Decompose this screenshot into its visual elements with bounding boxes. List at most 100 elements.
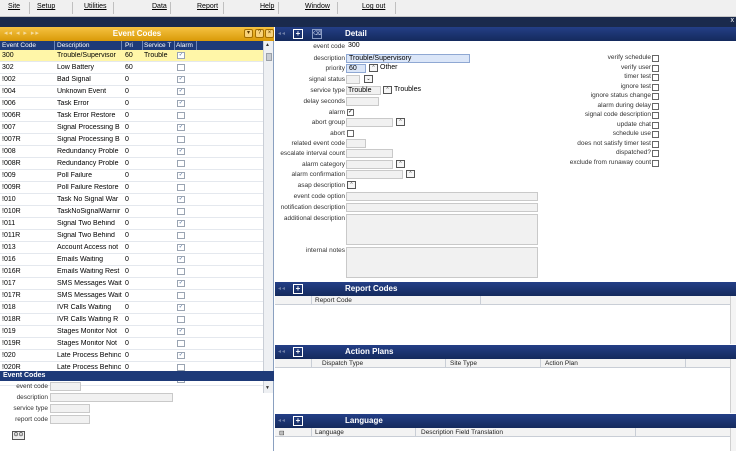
add-icon[interactable]: +: [293, 29, 303, 39]
menu-report[interactable]: Report: [197, 3, 218, 10]
alarm-checkbox[interactable]: ✓: [177, 304, 185, 311]
flag-checkbox[interactable]: [652, 74, 659, 81]
table-row[interactable]: !009 Poll Failure 0 ✓: [0, 170, 264, 182]
event-code-option-input[interactable]: [346, 192, 538, 201]
language-filter-icon[interactable]: ⊟: [279, 429, 284, 437]
delete-icon[interactable]: ⌫: [312, 29, 322, 39]
alarm-checkbox[interactable]: ✓: [177, 196, 185, 203]
search-description-input[interactable]: [50, 393, 173, 402]
add-action-plan-icon[interactable]: +: [293, 347, 303, 357]
alarm-checkbox[interactable]: ✓: [177, 328, 185, 335]
service-type-picker-icon[interactable]: ⌃: [383, 86, 392, 94]
signal-status-dropdown-icon[interactable]: ⌄: [364, 75, 373, 83]
flag-checkbox[interactable]: [652, 83, 659, 91]
alarm-checkbox[interactable]: ✓: [177, 52, 185, 59]
table-row[interactable]: !019 Stages Monitor Not 0 ✓: [0, 326, 264, 338]
report-codes-scrollbar[interactable]: [730, 296, 736, 344]
abort-group-picker-icon[interactable]: ⌃: [396, 118, 405, 126]
search-service-type-input[interactable]: [50, 404, 90, 413]
search-binoculars-icon[interactable]: ⊙⊙: [12, 431, 25, 440]
table-row[interactable]: !006R Task Error Restore 0: [0, 110, 264, 122]
col-report-code[interactable]: Report Code: [315, 297, 352, 304]
alarm-checkbox[interactable]: ✓: [177, 172, 185, 179]
abort-group-input[interactable]: [346, 118, 393, 127]
priority-input[interactable]: 60: [346, 64, 366, 73]
table-row[interactable]: !007 Signal Processing B 0 ✓: [0, 122, 264, 134]
table-row[interactable]: !017 SMS Messages Wait 0 ✓: [0, 278, 264, 290]
menu-utilities[interactable]: Utilities: [84, 3, 107, 10]
abort-checkbox[interactable]: [347, 130, 354, 137]
flag-checkbox[interactable]: [652, 140, 659, 148]
scroll-up-icon[interactable]: ▲: [265, 42, 270, 48]
col-service-type[interactable]: Service T: [144, 42, 171, 49]
table-row[interactable]: !019R Stages Monitor Not 0: [0, 338, 264, 350]
table-row[interactable]: !011R Signal Two Behind 0: [0, 230, 264, 242]
alarm-checkbox[interactable]: ✓: [177, 100, 185, 107]
alarm-checkbox[interactable]: [177, 208, 185, 215]
alarm-checkbox[interactable]: ✓: [177, 88, 185, 95]
priority-picker-icon[interactable]: ⌃: [369, 64, 378, 72]
alarm-checkbox[interactable]: ✓: [177, 256, 185, 263]
related-event-code-input[interactable]: [346, 139, 366, 148]
alarm-checkbox[interactable]: ✓: [177, 352, 185, 359]
flag-checkbox[interactable]: [652, 150, 659, 157]
table-row[interactable]: !010R TaskNoSignalWarnir 0: [0, 206, 264, 218]
alarm-checkbox[interactable]: [177, 292, 185, 299]
delay-seconds-input[interactable]: [346, 97, 379, 106]
scroll-thumb[interactable]: [266, 53, 272, 61]
alarm-checkbox[interactable]: [177, 340, 185, 347]
close-panel-icon[interactable]: ×: [265, 29, 274, 38]
table-row[interactable]: !018 IVR Calls Waiting 0 ✓: [0, 302, 264, 314]
alarm-checkbox[interactable]: [177, 184, 185, 191]
col-event-code[interactable]: Event Code: [2, 42, 36, 49]
alarm-category-picker-icon[interactable]: ⌃: [396, 160, 405, 168]
menu-site[interactable]: Site: [8, 3, 20, 10]
menu-logout[interactable]: Log out: [362, 3, 385, 10]
table-row[interactable]: !007R Signal Processing B 0: [0, 134, 264, 146]
alarm-checkbox[interactable]: [177, 232, 185, 239]
alarm-checkbox[interactable]: [177, 160, 185, 167]
col-dispatch-type[interactable]: Dispatch Type: [322, 360, 363, 367]
help-icon[interactable]: ?: [255, 29, 264, 38]
alarm-category-input[interactable]: [346, 160, 393, 169]
description-input[interactable]: Trouble/Supervisory: [346, 54, 470, 63]
internal-notes-textarea[interactable]: [346, 247, 538, 278]
menu-setup[interactable]: Setup: [37, 3, 55, 10]
add-report-code-icon[interactable]: +: [293, 284, 303, 294]
table-row[interactable]: !002 Bad Signal 0 ✓: [0, 74, 264, 86]
table-row[interactable]: !018R IVR Calls Waiting R 0: [0, 314, 264, 326]
scroll-down-icon[interactable]: ▼: [265, 385, 270, 391]
alarm-checkbox[interactable]: ✓: [347, 109, 354, 116]
alarm-checkbox[interactable]: [177, 112, 185, 119]
alarm-confirmation-input[interactable]: [346, 170, 403, 179]
menu-data[interactable]: Data: [152, 3, 167, 10]
notification-description-input[interactable]: [346, 203, 538, 212]
table-row[interactable]: !013 Account Access not 0 ✓: [0, 242, 264, 254]
alarm-checkbox[interactable]: [177, 136, 185, 143]
search-report-code-input[interactable]: [50, 415, 90, 424]
action-plans-scrollbar[interactable]: [730, 359, 736, 413]
alarm-checkbox[interactable]: ✓: [177, 244, 185, 251]
table-row[interactable]: !009R Poll Failure Restore 0: [0, 182, 264, 194]
col-site-type[interactable]: Site Type: [450, 360, 477, 367]
flag-checkbox[interactable]: [652, 159, 659, 167]
table-row[interactable]: !008R Redundancy Proble 0: [0, 158, 264, 170]
table-row[interactable]: !020 Late Process Behinc 0 ✓: [0, 350, 264, 362]
language-scrollbar[interactable]: [730, 428, 736, 451]
flag-checkbox[interactable]: [652, 93, 659, 100]
event-codes-scrollbar[interactable]: ▲ ▼: [263, 41, 273, 393]
additional-description-textarea[interactable]: [346, 214, 538, 245]
close-icon[interactable]: x: [731, 17, 735, 24]
col-alarm[interactable]: Alarm: [176, 42, 193, 49]
col-language[interactable]: Language: [315, 429, 344, 436]
flag-checkbox[interactable]: [652, 55, 659, 62]
alarm-checkbox[interactable]: ✓: [177, 76, 185, 83]
alarm-checkbox[interactable]: ✓: [177, 280, 185, 287]
col-description-field-translation[interactable]: Description Field Translation: [421, 429, 503, 436]
alarm-confirmation-picker-icon[interactable]: ⌃: [406, 170, 415, 178]
table-row[interactable]: !010 Task No Signal War 0 ✓: [0, 194, 264, 206]
table-row[interactable]: !011 Signal Two Behind 0 ✓: [0, 218, 264, 230]
alarm-checkbox[interactable]: ✓: [177, 148, 185, 155]
col-action-plan[interactable]: Action Plan: [545, 360, 578, 367]
add-language-icon[interactable]: +: [293, 416, 303, 426]
